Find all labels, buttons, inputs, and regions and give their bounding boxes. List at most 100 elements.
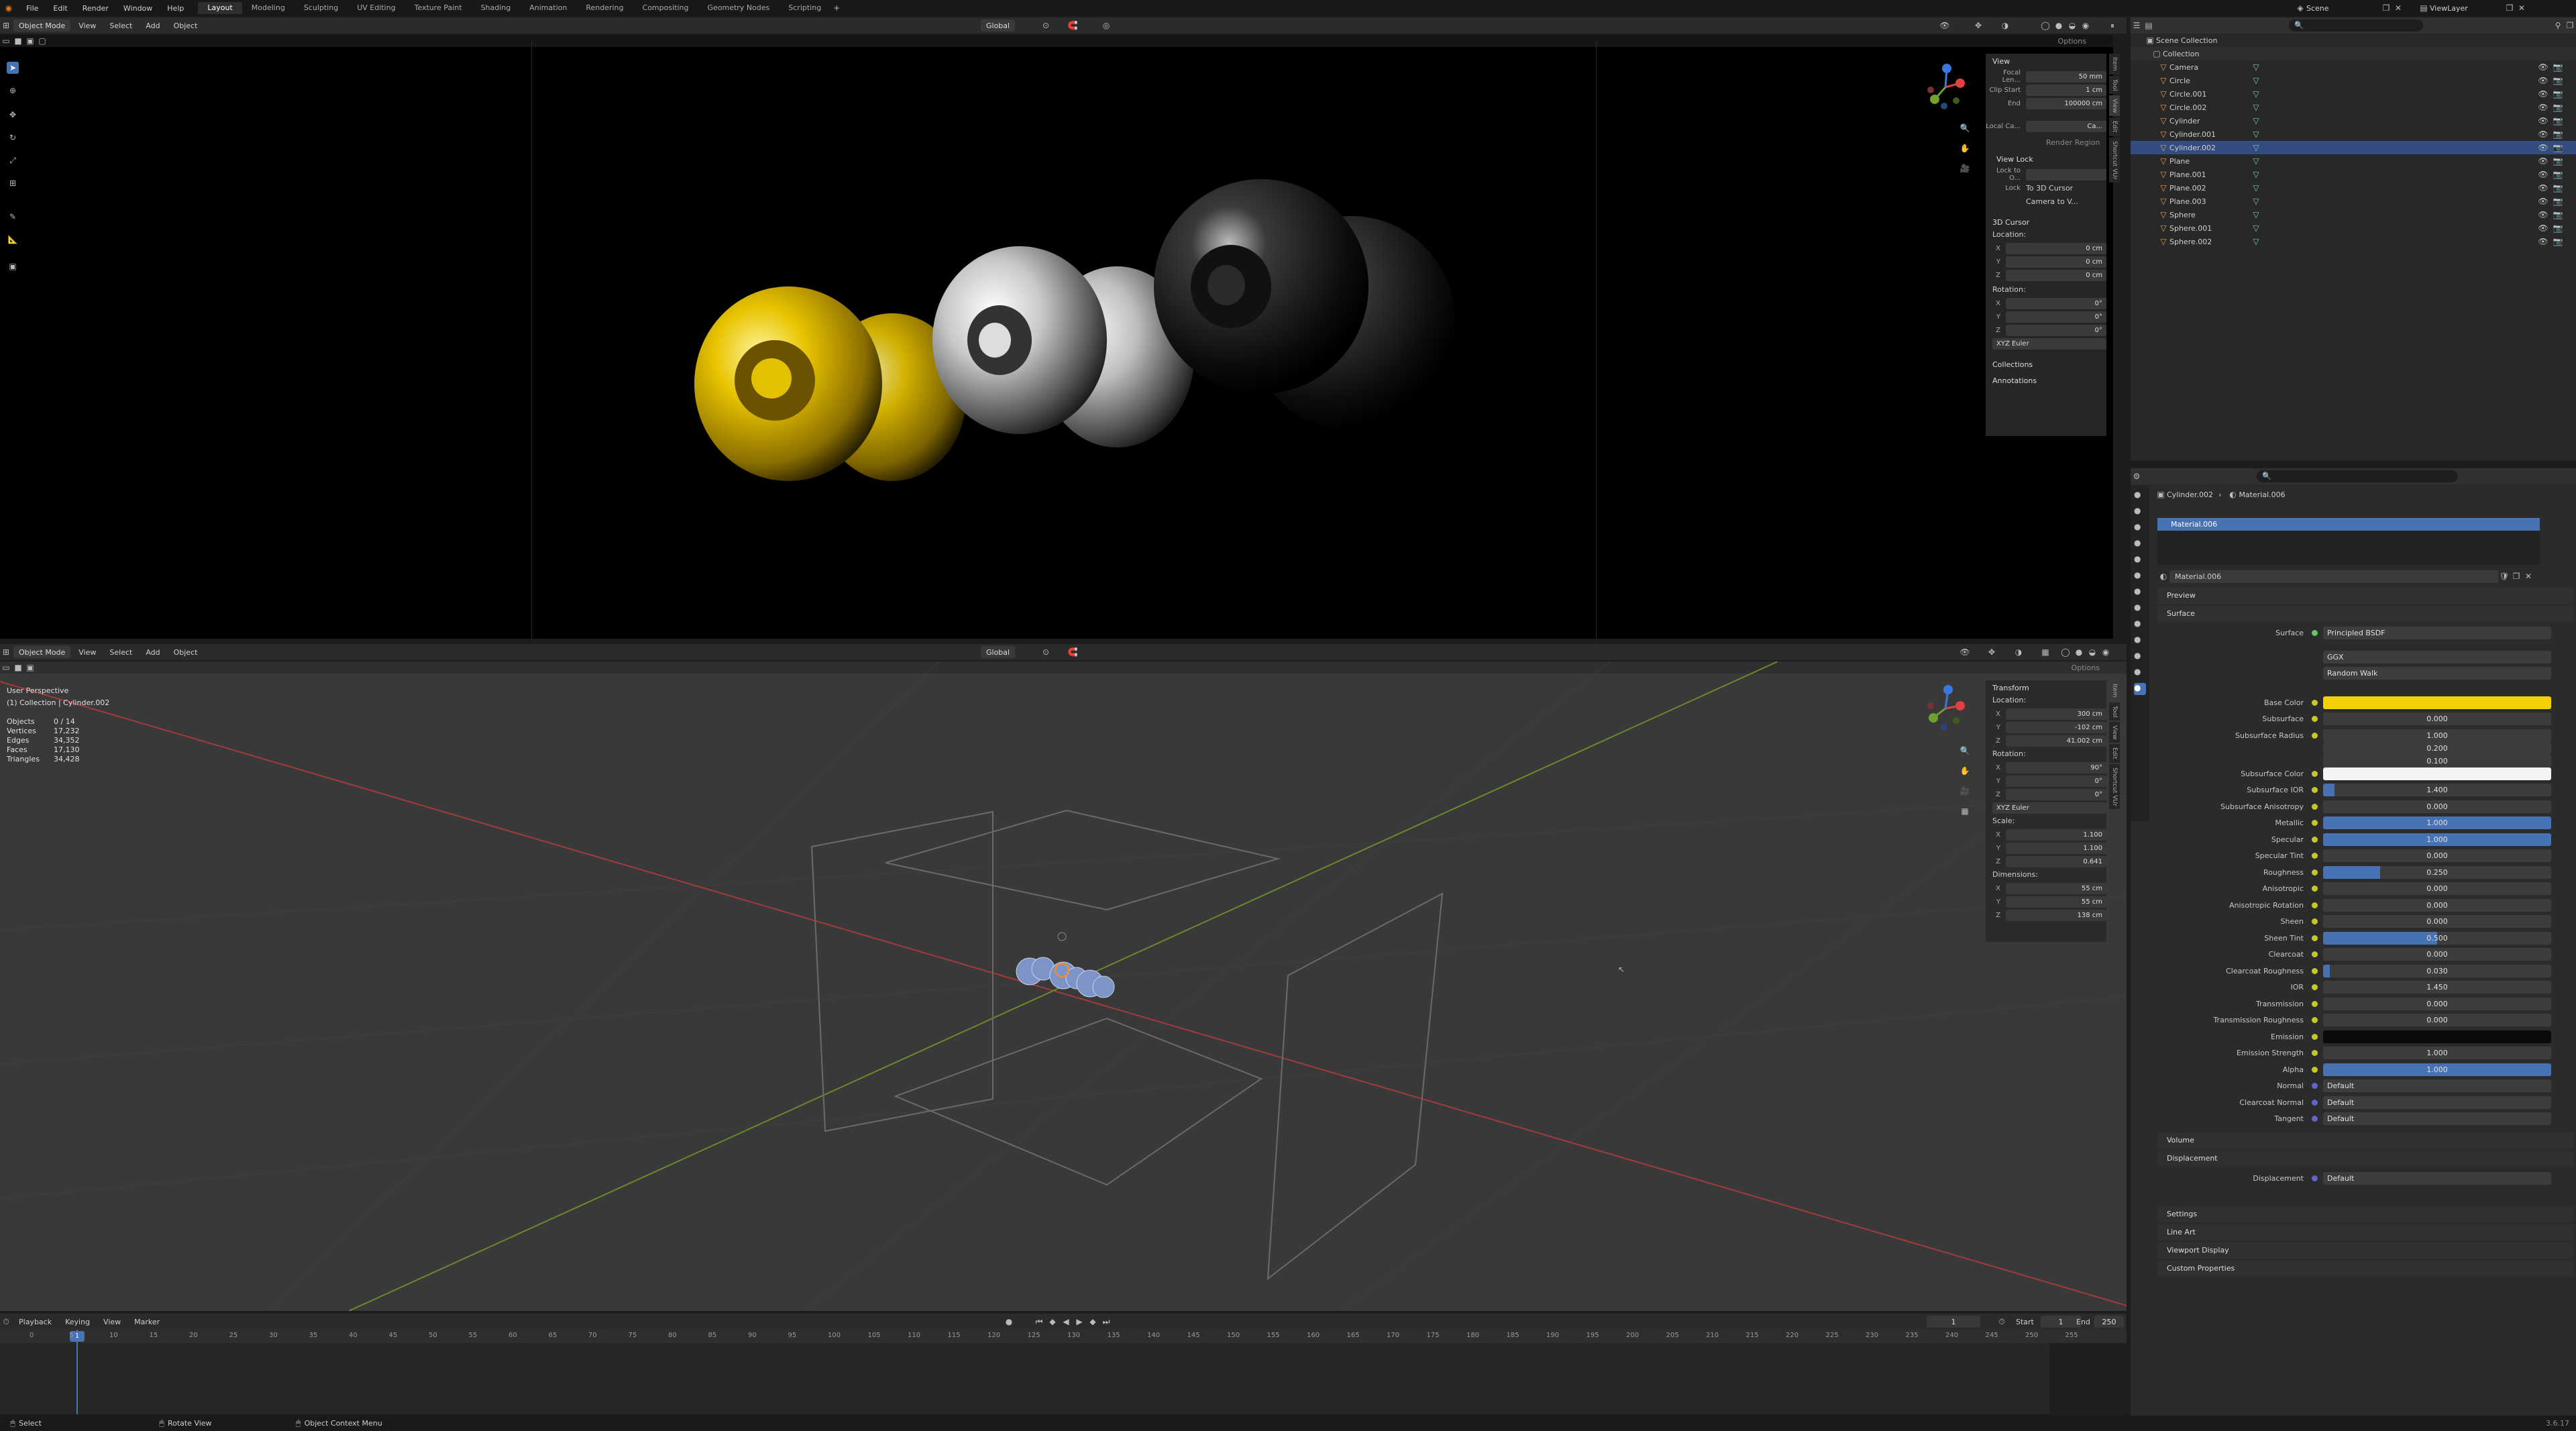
cursor-location-y-field[interactable]: 0 cm	[2006, 256, 2106, 268]
transform-tool-icon[interactable]: ⊞	[7, 177, 19, 189]
workspace-tab-texture-paint[interactable]: Texture Paint	[405, 2, 472, 14]
property-socket[interactable]	[2312, 716, 2318, 722]
volume-section[interactable]: Volume	[2157, 1132, 2573, 1149]
outliner-item[interactable]: ▽ Sphere.002 ▽ 👁 📷	[2131, 235, 2576, 248]
cursor-tool-icon[interactable]: ⊕	[7, 85, 19, 97]
property-value[interactable]: 1.000	[2323, 1063, 2551, 1076]
end-frame-field[interactable]: 250	[2094, 1316, 2124, 1328]
menu-edit[interactable]: Edit	[46, 4, 74, 13]
view-layer-name[interactable]: ViewLayer	[2430, 5, 2504, 12]
tool-tab-icon[interactable]: ●	[2134, 490, 2146, 502]
outliner-item[interactable]: ▽ Camera ▽ 👁 📷	[2131, 60, 2576, 74]
visibility-eye-icon[interactable]: 👁	[2537, 88, 2549, 100]
delete-scene-icon[interactable]: ✕	[2392, 2, 2404, 14]
material-shading-icon-2[interactable]: ◒	[2086, 646, 2098, 658]
orientation-select-2[interactable]: Global	[981, 646, 1016, 658]
workspace-tab-modeling[interactable]: Modeling	[242, 2, 294, 14]
property-socket[interactable]	[2312, 902, 2318, 908]
menu-view[interactable]: View	[78, 22, 96, 30]
property-socket[interactable]	[2312, 1050, 2318, 1056]
property-value[interactable]	[2323, 1030, 2551, 1043]
select-mode-subtract-icon[interactable]: ▢	[36, 35, 48, 47]
wireframe-shading-icon[interactable]: ◯	[2039, 19, 2051, 32]
zoom-icon-2[interactable]: 🔍	[1959, 745, 1971, 757]
workspace-tab-uv-editing[interactable]: UV Editing	[347, 2, 405, 14]
visibility-eye-icon[interactable]: 👁	[2537, 182, 2549, 194]
menu-select[interactable]: Select	[109, 22, 132, 30]
surface-socket[interactable]	[2312, 629, 2318, 636]
property-socket[interactable]	[2312, 820, 2318, 826]
select-mode-new-icon[interactable]: ■	[12, 35, 24, 47]
render-camera-icon[interactable]: 📷	[2552, 128, 2564, 140]
clip-start-field[interactable]: 1 cm	[2026, 84, 2106, 96]
menu-keying[interactable]: Keying	[65, 1318, 90, 1326]
menu-render[interactable]: Render	[75, 4, 116, 13]
property-value[interactable]: 0.000	[2323, 997, 2551, 1010]
scene-collection-label[interactable]: Scene Collection	[2156, 36, 2217, 45]
render-camera-icon[interactable]: 📷	[2552, 74, 2564, 87]
scale-x-field[interactable]: 1.100	[2006, 829, 2106, 841]
gizmo-icon[interactable]: ✥	[1972, 19, 1984, 32]
filter-icon[interactable]: ⚲	[2552, 19, 2564, 32]
cursor-location-z-field[interactable]: 0 cm	[2006, 269, 2106, 281]
current-frame-field[interactable]: 1	[1927, 1316, 1980, 1328]
workspace-tab-compositing[interactable]: Compositing	[633, 2, 698, 14]
breadcrumb-material[interactable]: Material.006	[2239, 490, 2285, 499]
menu-help[interactable]: Help	[160, 4, 191, 13]
view-lock-section[interactable]: View Lock	[1986, 152, 2106, 168]
render-camera-icon[interactable]: 📷	[2552, 101, 2564, 113]
property-socket[interactable]	[2312, 699, 2318, 706]
property-value[interactable]: 0.000	[2323, 882, 2551, 895]
preview-section[interactable]: Preview	[2157, 588, 2573, 604]
breadcrumb-object[interactable]: Cylinder.002	[2167, 490, 2213, 499]
select-tool-icon[interactable]: ➤	[7, 62, 19, 74]
property-value[interactable]: 0.000	[2323, 915, 2551, 928]
outliner-editor-icon[interactable]: ☰	[2131, 19, 2143, 32]
property-socket[interactable]	[2312, 1116, 2318, 1122]
mode-select[interactable]: Object Mode	[13, 19, 71, 32]
object-tab-icon[interactable]: ●	[2134, 586, 2146, 598]
outliner-item[interactable]: ▽ Plane.001 ▽ 👁 📷	[2131, 168, 2576, 181]
scene-name[interactable]: Scene	[2306, 5, 2380, 12]
camera-view-icon-2[interactable]: 🎥	[1959, 785, 1971, 797]
workspace-tab-sculpting[interactable]: Sculpting	[294, 2, 347, 14]
gizmo-icon-2[interactable]: ✥	[1986, 646, 1998, 658]
visibility-eye-icon[interactable]: 👁	[2537, 209, 2549, 221]
location-y-field[interactable]: -102 cm	[2006, 721, 2106, 733]
menu-add[interactable]: Add	[146, 22, 160, 30]
outliner-item[interactable]: ▽ Plane.002 ▽ 👁 📷	[2131, 181, 2576, 195]
menu-view-2[interactable]: View	[78, 649, 96, 656]
outliner-item[interactable]: ▽ Sphere.001 ▽ 👁 📷	[2131, 221, 2576, 235]
snap-icon-2[interactable]: 🧲	[1067, 646, 1079, 658]
camera-view-icon[interactable]: 🎥	[1959, 162, 1971, 174]
orientation-select[interactable]: Global	[981, 19, 1016, 32]
playhead-line[interactable]	[76, 1330, 78, 1414]
new-collection-icon[interactable]: ❐	[2564, 19, 2576, 32]
overlay-icon-2[interactable]: ◑	[2012, 646, 2025, 658]
workspace-tab-scripting[interactable]: Scripting	[779, 2, 830, 14]
annotations-section[interactable]: Annotations	[1986, 373, 2106, 389]
sidebar-tab-view[interactable]: View	[2109, 721, 2120, 743]
cursor-location-x-field[interactable]: 0 cm	[2006, 242, 2106, 254]
rotation-z-field[interactable]: 0°	[2006, 788, 2106, 800]
duplicate-material-icon[interactable]: ❐	[2510, 570, 2522, 582]
workspace-tab-layout[interactable]: Layout	[198, 2, 242, 14]
start-frame-field[interactable]: 1	[2041, 1316, 2081, 1328]
move-tool-icon[interactable]: ✥	[7, 109, 19, 121]
material-name-field[interactable]: Material.006	[2169, 570, 2498, 583]
visibility-eye-icon[interactable]: 👁	[2537, 128, 2549, 140]
visibility-eye-icon[interactable]: 👁	[2537, 195, 2549, 207]
cursor-rotation-z-field[interactable]: 0°	[2006, 324, 2106, 336]
jump-end-icon[interactable]: ⏭	[1100, 1316, 1112, 1328]
new-view-layer-icon[interactable]: ❐	[2504, 2, 2516, 14]
world-tab-icon[interactable]: ●	[2134, 570, 2146, 582]
modifier-tab-icon[interactable]: ●	[2134, 602, 2146, 615]
visibility-eye-icon[interactable]: 👁	[2537, 61, 2549, 73]
jump-start-icon[interactable]: ⏮	[1033, 1316, 1045, 1328]
displacement-socket[interactable]	[2312, 1175, 2318, 1181]
property-value[interactable]: 0.000	[2323, 800, 2551, 813]
sidebar-tab-edit[interactable]: Edit	[2109, 117, 2120, 136]
scale-y-field[interactable]: 1.100	[2006, 842, 2106, 854]
outliner-item[interactable]: ▽ Sphere ▽ 👁 📷	[2131, 208, 2576, 221]
location-z-field[interactable]: 41.002 cm	[2006, 735, 2106, 747]
